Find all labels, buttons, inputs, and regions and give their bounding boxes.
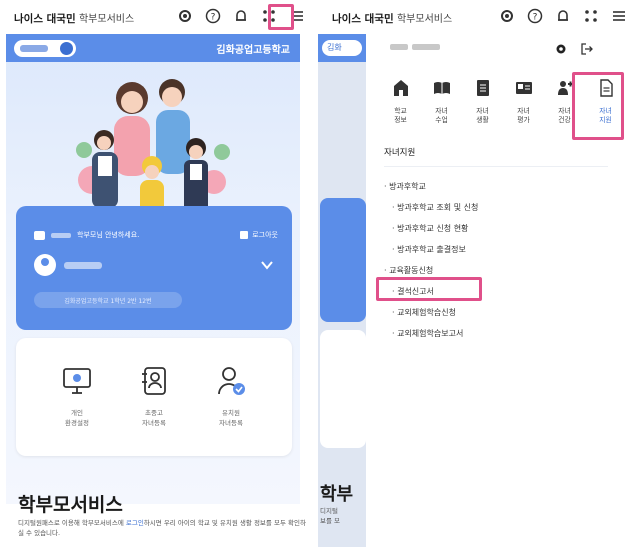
- settings-icon[interactable]: [498, 7, 516, 25]
- menu-label: 생활: [476, 116, 489, 124]
- menu-label: 정보: [394, 116, 407, 124]
- quick-menu-label: 자녀등록: [219, 419, 243, 427]
- menu-child-life[interactable]: 자녀 생활: [462, 78, 503, 125]
- chevron-down-icon: [60, 42, 73, 55]
- bg-pill: 김화: [322, 40, 362, 56]
- divider: [384, 166, 608, 167]
- school-bar: 김화공업고등학교: [6, 34, 300, 62]
- user-add-icon: [142, 367, 166, 395]
- brand-logo[interactable]: 나이스 대국민 학부모서비스: [332, 10, 452, 26]
- school-icon: [393, 80, 408, 96]
- menu-label: 학교: [394, 107, 407, 115]
- bg-desc-line: 디지털: [320, 507, 338, 515]
- service-title: 학부모서비스: [18, 494, 123, 516]
- absence-report-highlight: [376, 277, 482, 301]
- quick-menu-label: 유치원: [222, 409, 240, 417]
- chevron-down-icon[interactable]: [260, 258, 274, 272]
- monitor-icon: [63, 368, 91, 394]
- drawer-user-name: [390, 44, 440, 50]
- quick-menu-register-kinder[interactable]: 유치원자녀등록: [196, 364, 266, 428]
- dimmed-background: 김화 학부 디지털보를 모: [318, 34, 366, 547]
- bg-desc-line: 보를 모: [320, 517, 341, 525]
- quick-menu-label: 초중고: [145, 409, 163, 417]
- submenu-field-trip-report[interactable]: · 교외체험학습보고서: [384, 323, 478, 344]
- quick-menu-settings[interactable]: 개인환경설정: [42, 364, 112, 428]
- help-icon[interactable]: ?: [526, 7, 544, 25]
- login-link[interactable]: 로그인: [126, 519, 144, 527]
- section-title: 자녀지원: [384, 148, 416, 158]
- menu-open-screen: 나이스 대국민 학부모서비스 ? 김화 학부 디지털 보를 모 학교 정보 자녀…: [318, 0, 626, 547]
- hero-section: 김화공업고등학교 학부모님 안녕하세요. 로그아웃 김화공업고등학교 1학년 2…: [6, 34, 300, 504]
- brand-bold: 나이스 대국민: [332, 13, 394, 25]
- svg-text:?: ?: [533, 13, 538, 23]
- submenu-afterschool-status[interactable]: · 방과후학교 신청 현황: [384, 218, 478, 239]
- top-icons: ?: [498, 7, 626, 25]
- child-check-icon: [218, 367, 245, 395]
- settings-icon[interactable]: [176, 7, 194, 25]
- bell-icon[interactable]: [232, 7, 250, 25]
- gear-icon[interactable]: [554, 42, 568, 56]
- menu-label: 자녀: [476, 107, 489, 115]
- quick-menu-card: 개인환경설정 초중고자녀등록 유치원자녀등록: [16, 338, 292, 456]
- id-card-icon: [34, 230, 45, 240]
- logout-label: 로그아웃: [252, 231, 278, 239]
- menu-label: 자녀: [435, 107, 448, 115]
- menu-child-class[interactable]: 자녀 수업: [421, 78, 462, 125]
- apps-grid-icon[interactable]: [582, 7, 600, 25]
- quick-menu-register-child[interactable]: 초중고자녀등록: [119, 364, 189, 428]
- service-description: 디지털원패스로 이용해 학부모서비스에 로그인하시면 우리 아이의 학교 및 유…: [18, 518, 308, 538]
- desc-text: 디지털원패스로 이용해 학부모서비스에: [18, 519, 126, 527]
- menu-school-info[interactable]: 학교 정보: [380, 78, 421, 125]
- submenu-afterschool-apply[interactable]: · 방과후학교 조회 및 신청: [384, 197, 478, 218]
- top-bar: 나이스 대국민 학부모서비스 ?: [318, 0, 626, 34]
- lock-icon: [240, 231, 249, 239]
- logout-icon[interactable]: [580, 42, 594, 56]
- menu-child-eval[interactable]: 자녀 평가: [503, 78, 544, 125]
- bell-icon[interactable]: [554, 7, 572, 25]
- quick-menu-label: 자녀등록: [142, 419, 166, 427]
- school-name: 김화공업고등학교: [216, 45, 290, 56]
- menu-label: 평가: [517, 116, 530, 124]
- brand-rest: 학부모서비스: [396, 14, 453, 25]
- home-screen: 나이스 대국민 학부모서비스 ? 김화공업고등학교 학부모님 안녕하세요. 로그…: [0, 0, 308, 547]
- student-select[interactable]: [14, 40, 76, 57]
- menu-label: 수업: [435, 116, 448, 124]
- bg-desc: 디지털보를 모: [320, 506, 340, 526]
- brand-bold: 나이스 대국민: [14, 13, 76, 25]
- submenu-field-trip-apply[interactable]: · 교외체험학습신청: [384, 302, 478, 323]
- quick-menu-label: 환경설정: [65, 419, 89, 427]
- quick-menu-label: 개인: [71, 409, 83, 417]
- login-card: 학부모님 안녕하세요. 로그아웃 김화공업고등학교 1학년 2반 12번: [16, 206, 292, 330]
- top-bar: 나이스 대국민 학부모서비스 ?: [0, 0, 308, 34]
- avatar: [34, 254, 56, 276]
- svg-text:?: ?: [211, 13, 216, 23]
- sub-menu-list: · 방과후학교 · 방과후학교 조회 및 신청 · 방과후학교 신청 현황 · …: [384, 176, 478, 344]
- hamburger-menu-icon[interactable]: [610, 7, 626, 25]
- support-menu-highlight: [572, 72, 624, 140]
- bg-title: 학부: [320, 484, 354, 505]
- report-card-icon: [515, 82, 532, 94]
- student-info-pill: 김화공업고등학교 1학년 2반 12번: [34, 292, 182, 308]
- book-icon: [433, 82, 450, 94]
- greeting-line: 학부모님 안녕하세요.: [34, 230, 139, 240]
- greeting-text: 학부모님 안녕하세요.: [77, 231, 140, 239]
- menu-highlight: [268, 4, 294, 30]
- notebook-icon: [476, 80, 489, 96]
- brand-logo[interactable]: 나이스 대국민 학부모서비스: [14, 10, 134, 26]
- family-illustration: [76, 79, 230, 216]
- logout-button[interactable]: 로그아웃: [240, 230, 278, 240]
- submenu-afterschool[interactable]: · 방과후학교: [384, 176, 478, 197]
- menu-label: 자녀: [517, 107, 530, 115]
- submenu-afterschool-attendance[interactable]: · 방과후학교 출결정보: [384, 239, 478, 260]
- help-icon[interactable]: ?: [204, 7, 222, 25]
- brand-rest: 학부모서비스: [78, 14, 135, 25]
- user-name: [64, 262, 102, 269]
